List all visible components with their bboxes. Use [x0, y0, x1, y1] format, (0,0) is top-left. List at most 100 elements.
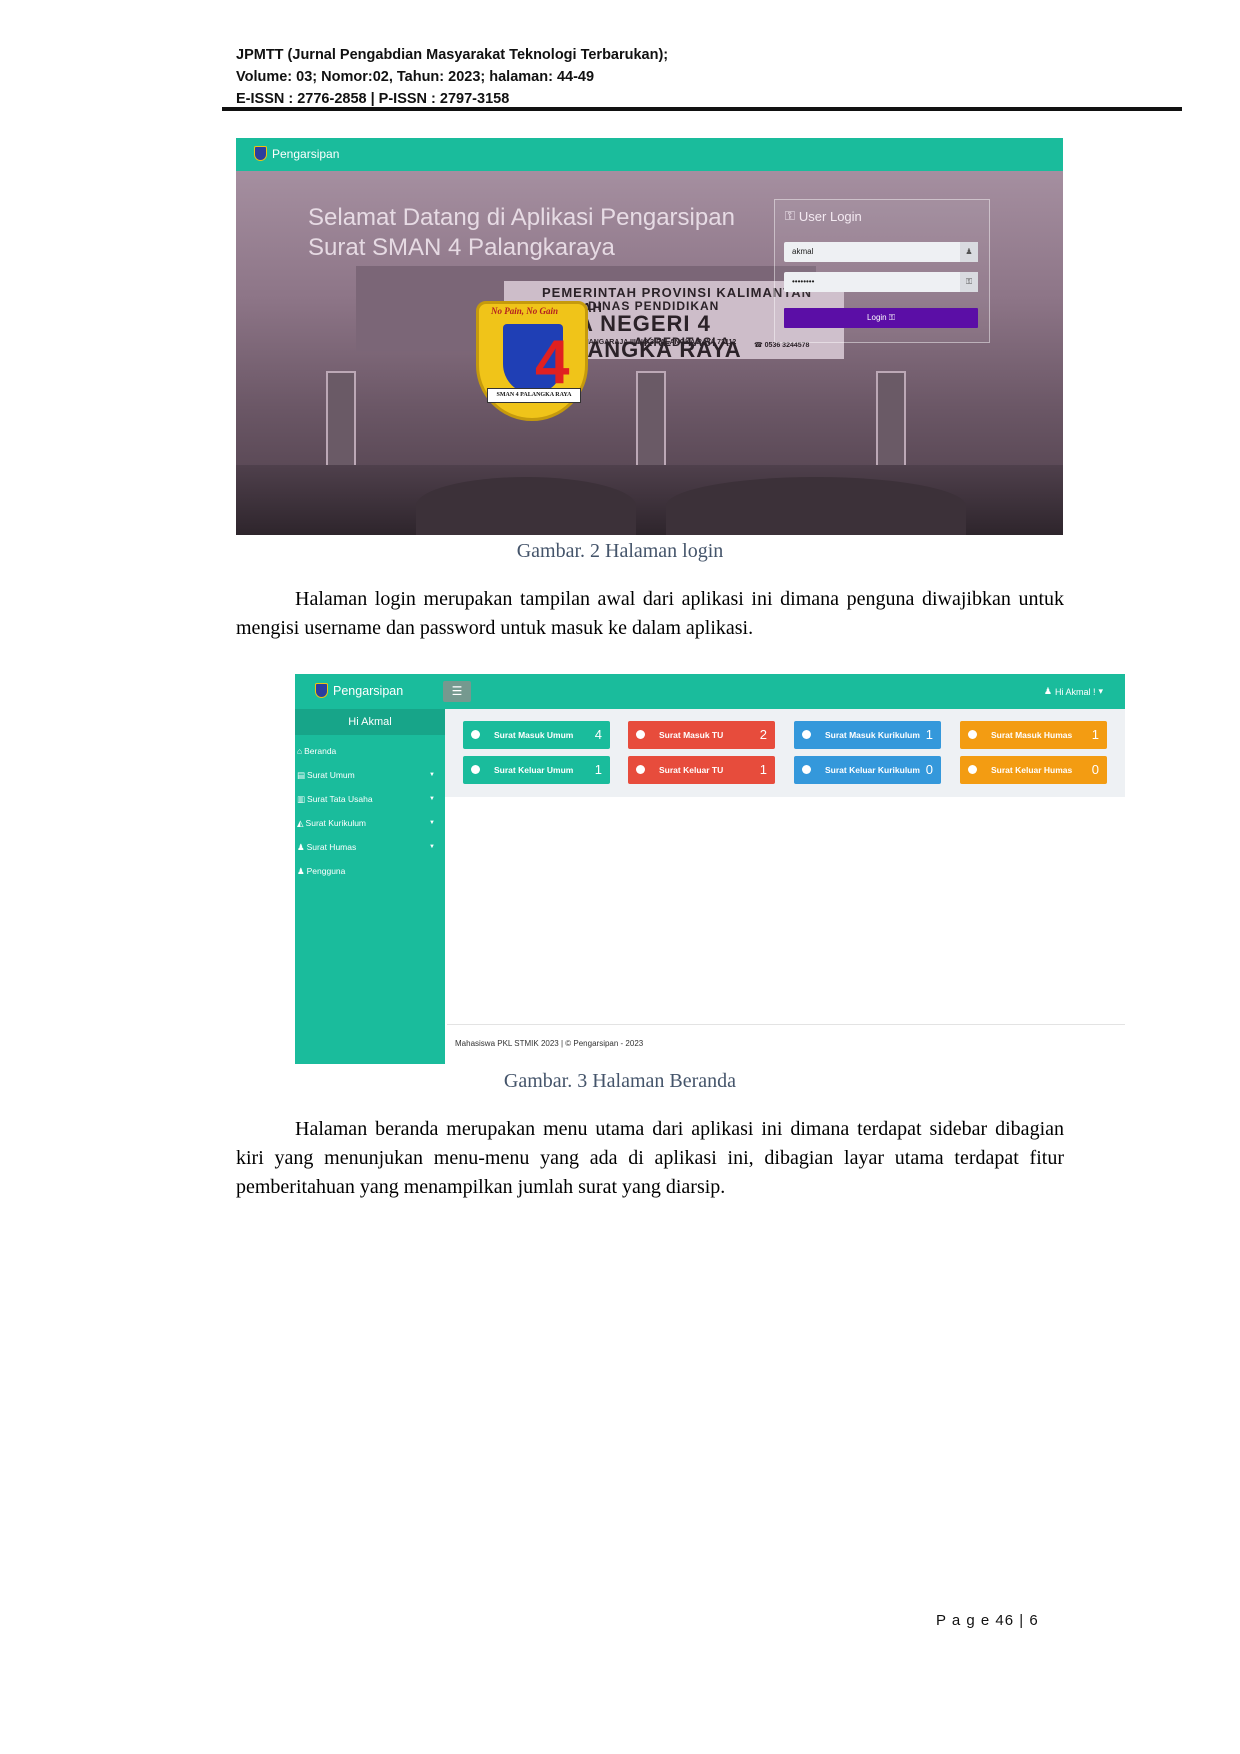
graduation-cap-icon: ◭: [297, 818, 304, 828]
tile-count: 1: [1091, 727, 1099, 742]
caret-down-icon: ▼: [429, 772, 435, 778]
sidebar-item-pengguna[interactable]: ♟ Pengguna: [297, 862, 443, 880]
login-button-label: Login: [867, 313, 887, 322]
key-icon: ⚿: [785, 208, 795, 223]
tile-surat-masuk-kurikulum[interactable]: Surat Masuk Kurikulum 1: [794, 721, 941, 749]
tile-surat-keluar-humas[interactable]: Surat Keluar Humas 0: [960, 756, 1107, 784]
page-number: P a g e 46 | 6: [936, 1612, 1039, 1629]
tile-label: Surat Masuk Humas: [991, 730, 1073, 740]
sidebar-item-surat-umum[interactable]: ▤ Surat Umum ▼: [297, 766, 443, 784]
sidebar-item-surat-kurikulum[interactable]: ◭ Surat Kurikulum ▼: [297, 814, 443, 832]
user-icon: ♟: [1043, 686, 1052, 696]
tile-label: Surat Masuk Umum: [494, 730, 574, 740]
emblem-motto: No Pain, No Gain: [491, 306, 559, 316]
school-emblem: No Pain, No Gain 4 SMAN 4 PALANGKA RAYA: [476, 301, 588, 421]
tile-count: 4: [594, 727, 602, 742]
circle-icon: [968, 730, 977, 739]
tile-surat-masuk-humas[interactable]: Surat Masuk Humas 1: [960, 721, 1107, 749]
school-logo-icon: [254, 146, 267, 161]
password-field[interactable]: •••••••• ⚿: [784, 272, 978, 292]
user-menu-label: Hi Akmal !: [1054, 686, 1096, 697]
header-rule: [222, 107, 1182, 111]
login-button[interactable]: Login ⚿: [784, 308, 978, 328]
bush: [416, 477, 636, 535]
circle-icon: [968, 765, 977, 774]
user-icon: ♟: [960, 242, 978, 262]
username-field[interactable]: akmal ♟: [784, 242, 978, 262]
sidebar-item-label: Surat Humas: [306, 842, 357, 852]
dashboard-footer: Mahasiswa PKL STMIK 2023 | © Pengarsipan…: [455, 1039, 644, 1048]
tile-surat-keluar-tu[interactable]: Surat Keluar TU 1: [628, 756, 775, 784]
sidebar-item-surat-humas[interactable]: ♟ Surat Humas ▼: [297, 838, 443, 856]
sidebar-item-surat-tata-usaha[interactable]: ▥ Surat Tata Usaha ▼: [297, 790, 443, 808]
bush: [666, 477, 966, 535]
list-icon: ▤: [297, 770, 306, 780]
sidebar-greeting: Hi Akmal: [295, 709, 445, 735]
tile-label: Surat Keluar TU: [659, 765, 724, 775]
welcome-heading: Selamat Datang di Aplikasi Pengarsipan S…: [308, 203, 735, 263]
tile-count: 1: [759, 762, 767, 777]
caret-down-icon: ▼: [429, 796, 435, 802]
welcome-line-2: Surat SMAN 4 Palangkaraya: [308, 234, 615, 261]
paragraph-login-text: Halaman login merupakan tampilan awal da…: [236, 588, 1064, 639]
tile-surat-masuk-umum[interactable]: Surat Masuk Umum 4: [463, 721, 610, 749]
user-menu[interactable]: ♟ Hi Akmal ! ▾: [1044, 686, 1103, 697]
journal-header: JPMTT (Jurnal Pengabdian Masyarakat Tekn…: [236, 44, 1176, 110]
sidebar-item-label: Beranda: [304, 746, 337, 756]
key-icon: ⚿: [960, 272, 978, 292]
tile-count: 2: [759, 727, 767, 742]
login-title: ⚿ User Login: [785, 208, 862, 224]
sidebar-item-label: Surat Kurikulum: [305, 818, 367, 828]
tile-surat-keluar-umum[interactable]: Surat Keluar Umum 1: [463, 756, 610, 784]
tile-count: 1: [925, 727, 933, 742]
sidebar-item-label: Pengguna: [306, 866, 346, 876]
login-brand-label: Pengarsipan: [272, 146, 340, 161]
password-value: ••••••••: [792, 277, 815, 286]
tile-surat-masuk-tu[interactable]: Surat Masuk TU 2: [628, 721, 775, 749]
journal-volume: Volume: 03; Nomor:02, Tahun: 2023; halam…: [236, 69, 595, 85]
emblem-number: 4: [535, 328, 570, 397]
paragraph-beranda: Halaman beranda merupakan menu utama dar…: [236, 1115, 1064, 1202]
footer-divider: [447, 1024, 1125, 1025]
tile-count: 0: [1091, 762, 1099, 777]
emblem-shield: 4: [503, 324, 569, 394]
tile-label: Surat Masuk TU: [659, 730, 724, 740]
tile-surat-keluar-kurikulum[interactable]: Surat Keluar Kurikulum 0: [794, 756, 941, 784]
tile-count: 0: [925, 762, 933, 777]
book-icon: ▥: [297, 794, 306, 804]
caret-down-icon: ▾: [1098, 686, 1103, 696]
home-icon: ⌂: [297, 746, 303, 756]
login-brand[interactable]: Pengarsipan: [254, 146, 339, 161]
tile-label: Surat Keluar Kurikulum: [825, 765, 920, 775]
sidebar-toggle-button[interactable]: ☰: [443, 681, 471, 702]
tile-label: Surat Masuk Kurikulum: [825, 730, 920, 740]
sidebar-item-label: Surat Tata Usaha: [307, 794, 373, 804]
figure-3-caption: Gambar. 3 Halaman Beranda: [503, 1070, 737, 1092]
circle-icon: [802, 765, 811, 774]
sidebar: Hi Akmal ⌂ Beranda ▤ Surat Umum ▼ ▥ Sura…: [295, 709, 445, 1064]
caret-down-icon: ▼: [429, 844, 435, 850]
circle-icon: [636, 730, 645, 739]
notification-area: Surat Masuk Umum 4 Surat Masuk TU 2 Sura…: [445, 709, 1125, 797]
dashboard-navbar: Pengarsipan ☰ ♟ Hi Akmal ! ▾: [295, 674, 1125, 709]
figure-dashboard-screenshot: Pengarsipan ☰ ♟ Hi Akmal ! ▾ Hi Akmal ⌂ …: [295, 674, 1125, 1064]
circle-icon: [802, 730, 811, 739]
circle-icon: [636, 765, 645, 774]
username-value: akmal: [792, 247, 814, 256]
school-gate-photo: PEMERINTAH PROVINSI KALIMANTAN TENGAH DI…: [236, 171, 1063, 535]
login-title-label: User Login: [798, 208, 862, 224]
users-icon: ♟: [297, 842, 305, 852]
user-icon: ♟: [297, 866, 305, 876]
key-icon: ⚿: [888, 313, 895, 322]
sign-line-5: AKREDITASI A: [634, 335, 730, 349]
dashboard-brand-label: Pengarsipan: [333, 683, 404, 698]
sidebar-item-beranda[interactable]: ⌂ Beranda: [297, 742, 443, 760]
emblem-band: SMAN 4 PALANGKA RAYA: [487, 388, 581, 403]
welcome-line-1: Selamat Datang di Aplikasi Pengarsipan: [308, 204, 735, 231]
dashboard-brand[interactable]: Pengarsipan: [315, 683, 403, 698]
login-navbar: Pengarsipan: [236, 138, 1063, 171]
circle-icon: [471, 765, 480, 774]
school-logo-icon: [315, 683, 328, 698]
circle-icon: [471, 730, 480, 739]
paragraph-beranda-text: Halaman beranda merupakan menu utama dar…: [236, 1118, 1064, 1198]
